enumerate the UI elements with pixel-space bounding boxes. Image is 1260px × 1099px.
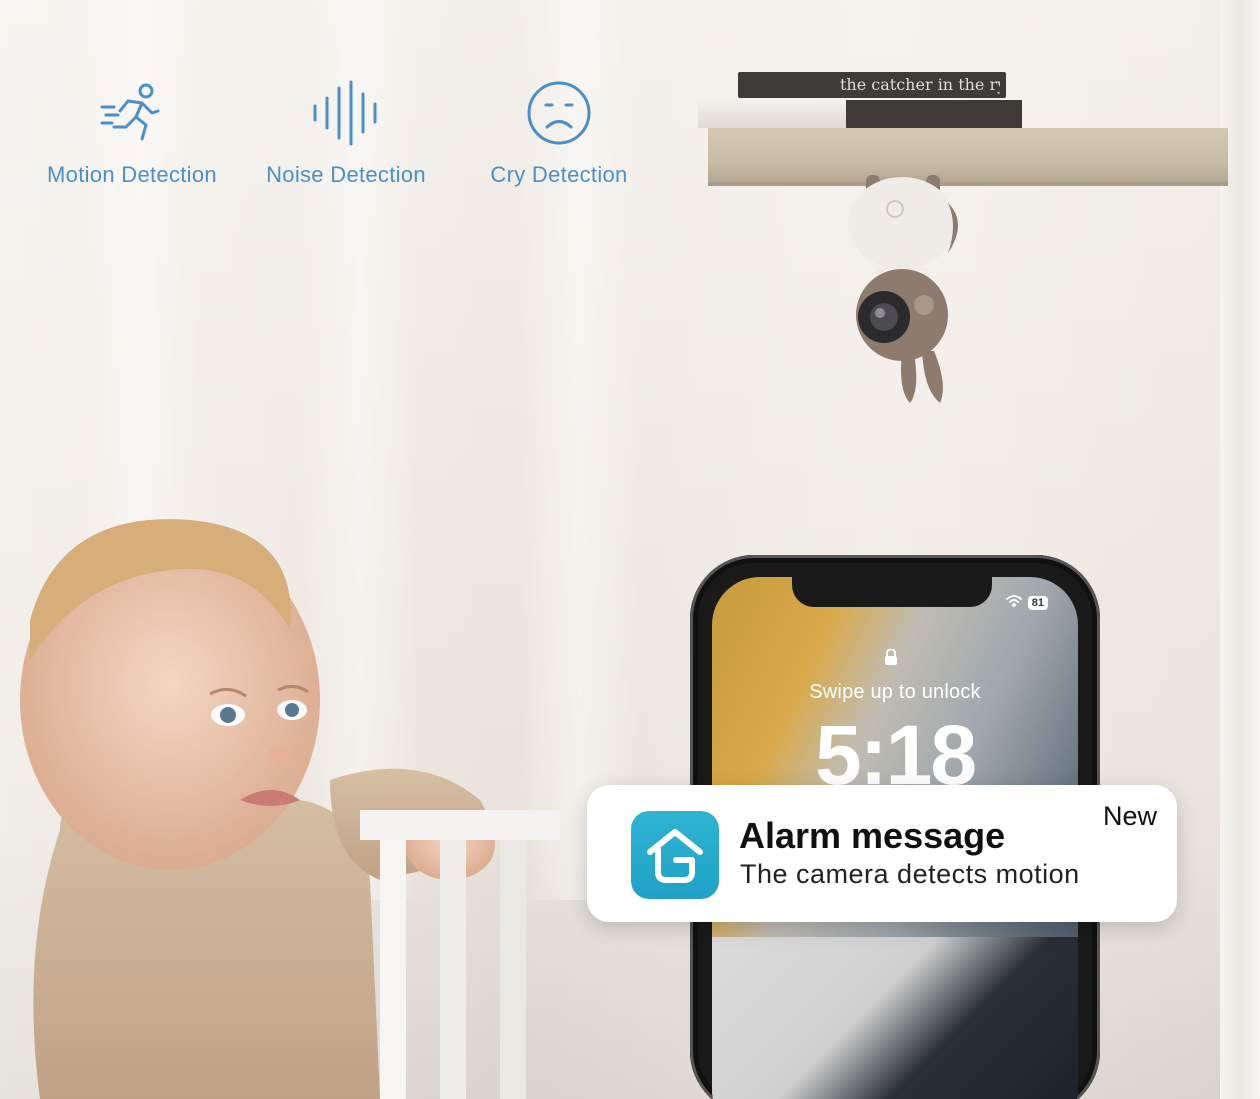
home-g-icon	[631, 811, 719, 899]
feature-noise: Noise Detection	[234, 78, 458, 188]
notification-body: The camera detects motion	[740, 859, 1080, 889]
feature-list: Motion Detection Noise Detection Cry Det…	[30, 78, 660, 188]
feature-motion: Motion Detection	[30, 78, 234, 188]
background-scene: Motion Detection Noise Detection Cry Det…	[0, 0, 1260, 1099]
feature-cry: Cry Detection	[458, 78, 660, 188]
battery-level: 81	[1027, 595, 1048, 610]
phone-notch	[792, 577, 992, 607]
sad-face-icon	[526, 78, 592, 148]
running-person-icon	[100, 78, 164, 148]
wallpaper-lower	[712, 937, 1078, 1099]
book-spine	[846, 100, 1022, 128]
alarm-notification[interactable]: Alarm message The camera detects motion …	[587, 785, 1177, 922]
sound-wave-icon	[311, 78, 381, 148]
notification-badge: New	[1102, 801, 1157, 831]
status-bar: 81	[1005, 595, 1048, 610]
baby-camera	[840, 175, 980, 420]
feature-label: Cry Detection	[490, 162, 628, 187]
notification-title: Alarm message	[739, 815, 1006, 856]
book-title: the catcher in the rye	[840, 75, 1000, 94]
lock-icon	[884, 648, 898, 670]
feature-label: Motion Detection	[47, 162, 217, 187]
unlock-hint[interactable]: Swipe up to unlock	[712, 681, 1078, 704]
feature-label: Noise Detection	[266, 162, 426, 187]
crib-rail	[340, 770, 560, 1099]
wifi-icon	[1005, 595, 1022, 610]
